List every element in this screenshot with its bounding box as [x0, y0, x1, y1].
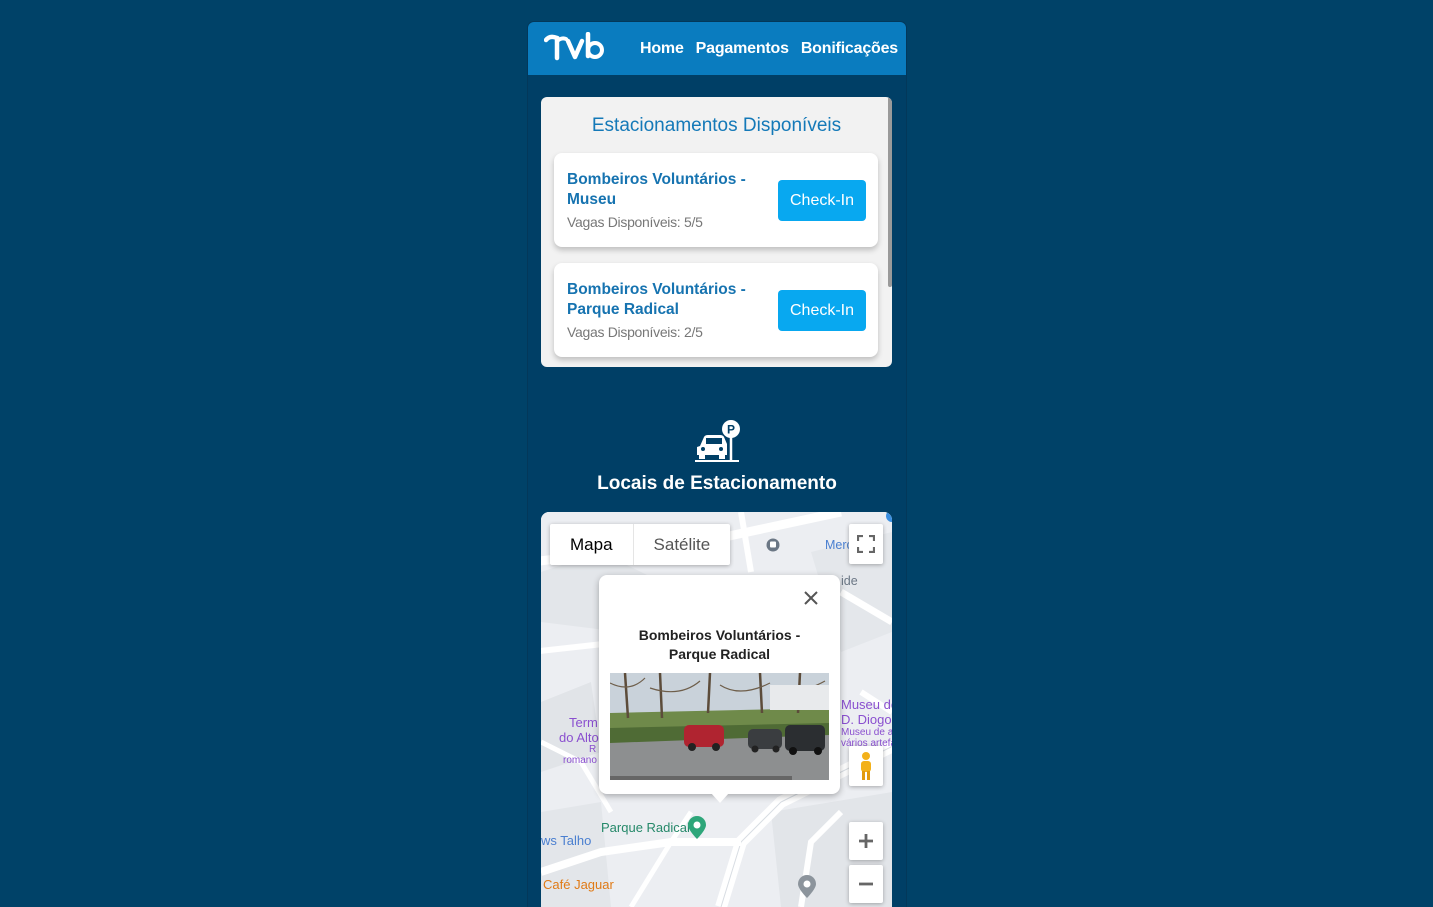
map-pin-icon[interactable] [797, 875, 817, 899]
map[interactable]: Mapa Satélite Merc ide Term do Alto R ro… [541, 512, 892, 907]
zoom-in-button[interactable] [849, 822, 883, 860]
parking-name: Bombeiros Voluntários - Museu [567, 171, 746, 208]
park-pin-icon[interactable] [687, 816, 707, 840]
map-label: R [589, 744, 597, 755]
map-type-satellite[interactable]: Satélite [634, 524, 731, 565]
pegman-icon [861, 752, 871, 780]
map-label: romano [563, 755, 597, 766]
parking-photo [610, 673, 829, 780]
map-marker-partial-icon [886, 512, 892, 522]
zoom-out-button[interactable] [849, 865, 883, 903]
app-frame: Home Pagamentos Bonificações Estacioname… [528, 22, 906, 907]
info-window-title: Bombeiros Voluntários - Parque Radical [638, 627, 801, 662]
map-type-map[interactable]: Mapa [550, 524, 634, 565]
plus-icon [859, 834, 873, 848]
parking-list-card: Estacionamentos Disponíveis Bombeiros Vo… [541, 97, 892, 367]
nav-bonificacoes[interactable]: Bonificações [801, 40, 898, 58]
close-icon[interactable] [802, 589, 820, 607]
section-title: Locais de Estacionamento [597, 473, 837, 494]
nav-pagamentos[interactable]: Pagamentos [696, 40, 789, 58]
map-label: ide [841, 574, 858, 588]
parking-vagas: Vagas Disponíveis: 2/5 [567, 324, 703, 340]
app-logo[interactable] [544, 32, 606, 64]
parking-item: Bombeiros Voluntários - Museu Vagas Disp… [554, 153, 878, 247]
parking-vagas: Vagas Disponíveis: 5/5 [567, 214, 703, 230]
map-label: Café Jaguar [543, 877, 614, 892]
checkin-button[interactable]: Check-In [778, 290, 866, 331]
map-label: D. Diogo [841, 712, 892, 727]
fullscreen-icon [857, 535, 875, 553]
parking-car-icon: P [695, 420, 740, 462]
checkin-button[interactable]: Check-In [778, 180, 866, 221]
map-info-window: Bombeiros Voluntários - Parque Radical [599, 575, 840, 803]
fullscreen-button[interactable] [849, 524, 883, 564]
map-label: do Alto [559, 730, 599, 745]
list-title: Estacionamentos Disponíveis [591, 115, 842, 136]
parking-name: Bombeiros Voluntários - Parque Radical [567, 281, 746, 318]
map-label: ws Talho [541, 833, 592, 848]
minus-icon [859, 882, 873, 886]
map-label: Museu de a [841, 727, 892, 738]
map-label: Museu de [841, 697, 892, 712]
parking-item: Bombeiros Voluntários - Parque Radical V… [554, 263, 878, 357]
nav-home[interactable]: Home [640, 40, 684, 58]
map-type-control: Mapa Satélite [550, 524, 731, 565]
nav-links: Home Pagamentos Bonificações [640, 22, 898, 75]
map-label: Parque Radical [601, 820, 690, 835]
street-view-pegman[interactable] [849, 746, 883, 786]
navbar: Home Pagamentos Bonificações [528, 22, 906, 75]
transit-icon [766, 538, 780, 552]
map-label: Term [569, 715, 598, 730]
svg-text:P: P [727, 423, 735, 437]
